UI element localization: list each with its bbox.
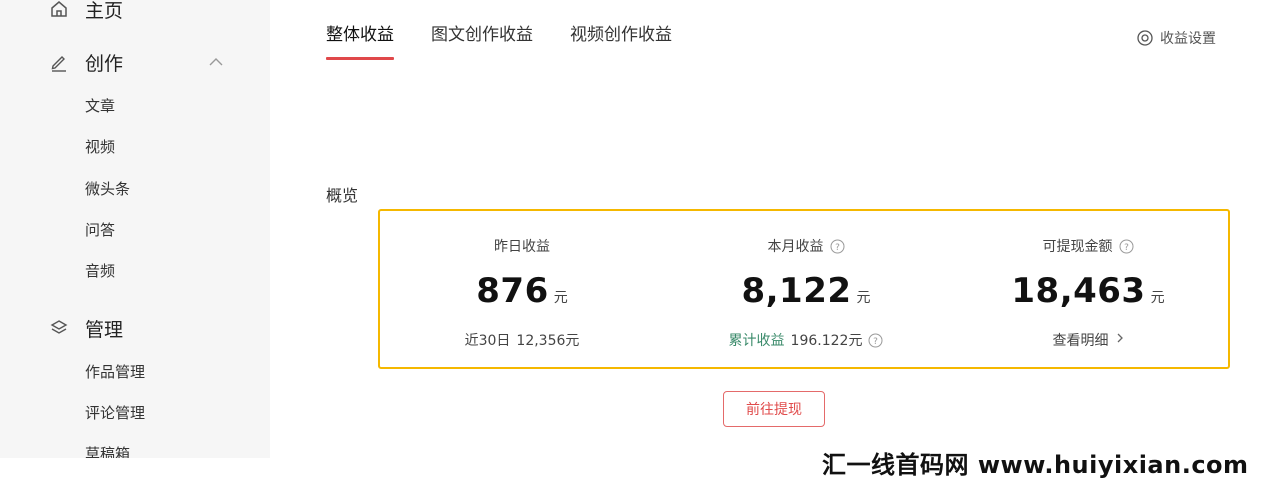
- metric-sub: 近30日 12,356元: [380, 330, 664, 350]
- sidebar-item-label: 主页: [85, 0, 124, 22]
- metric-unit: 元: [553, 290, 568, 306]
- sidebar-item-works[interactable]: 作品管理: [85, 361, 145, 383]
- metric-label-text: 本月收益: [767, 239, 824, 255]
- metric-number: 876: [476, 271, 549, 311]
- sub-label: 近30日: [464, 333, 511, 349]
- metric-unit: 元: [1150, 290, 1165, 306]
- metric-label-text: 昨日收益: [494, 239, 550, 255]
- sidebar-item-video[interactable]: 视频: [85, 136, 115, 158]
- metric-value: 18,463 元: [946, 271, 1230, 311]
- watermark: 汇一线首码网 www.huiyixian.com: [822, 451, 1249, 479]
- metric-value: 876 元: [380, 271, 664, 311]
- sidebar-group-manage[interactable]: 管理: [48, 313, 123, 343]
- pencil-icon: [48, 51, 70, 73]
- metric-sub: 累计收益 196.122元 ?: [664, 330, 948, 350]
- sidebar-item-drafts[interactable]: 草稿箱: [85, 443, 130, 458]
- metric-number: 18,463: [1011, 271, 1146, 311]
- metric-unit: 元: [856, 290, 871, 306]
- sidebar-item-article[interactable]: 文章: [85, 95, 115, 117]
- chevron-right-icon: [1116, 332, 1124, 348]
- sidebar-item-home[interactable]: 主页: [48, 0, 123, 24]
- svg-text:?: ?: [874, 337, 879, 347]
- metric-label: 本月收益 ?: [664, 236, 948, 256]
- sub-value: 196.122元: [790, 333, 863, 349]
- metric-yesterday: 昨日收益 876 元 近30日 12,356元: [380, 211, 664, 367]
- revenue-settings-link[interactable]: 收益设置: [1136, 28, 1216, 48]
- target-icon: [1136, 29, 1154, 47]
- sidebar-item-micro-post[interactable]: 微头条: [85, 178, 130, 200]
- chevron-up-icon[interactable]: [206, 52, 226, 72]
- layers-icon: [48, 317, 70, 339]
- settings-label: 收益设置: [1160, 31, 1216, 47]
- metric-label-text: 可提现金额: [1042, 239, 1113, 255]
- help-icon[interactable]: ?: [868, 333, 883, 348]
- sidebar: 主页 创作 文章 视频 微头条 问答 音频 管理 作品管理 评论管理 草稿箱: [0, 0, 270, 458]
- help-icon[interactable]: ?: [1119, 239, 1134, 254]
- metric-value: 8,122 元: [664, 271, 948, 311]
- sidebar-item-audio[interactable]: 音频: [85, 260, 115, 282]
- svg-text:?: ?: [1124, 243, 1129, 253]
- sidebar-item-comments[interactable]: 评论管理: [85, 402, 145, 424]
- sidebar-group-label: 创作: [85, 52, 124, 75]
- metric-this-month: 本月收益 ? 8,122 元 累计收益 196.122元 ?: [664, 211, 948, 367]
- sidebar-item-qa[interactable]: 问答: [85, 219, 115, 241]
- sidebar-group-label: 管理: [85, 318, 124, 341]
- sub-value: 12,356元: [516, 333, 580, 349]
- metric-withdrawable: 可提现金额 ? 18,463 元 查看明细: [946, 211, 1230, 367]
- withdraw-button[interactable]: 前往提现: [723, 391, 825, 427]
- svg-text:?: ?: [835, 243, 840, 253]
- tab-bar: 整体收益 图文创作收益 视频创作收益: [326, 22, 709, 60]
- home-icon: [48, 0, 70, 20]
- section-title: 概览: [326, 186, 359, 205]
- tab-video-revenue[interactable]: 视频创作收益: [570, 22, 672, 48]
- sidebar-group-create[interactable]: 创作: [48, 47, 123, 77]
- metric-label: 昨日收益: [380, 236, 664, 256]
- tab-article-revenue[interactable]: 图文创作收益: [431, 22, 533, 48]
- tab-overall-revenue[interactable]: 整体收益: [326, 22, 394, 60]
- help-icon[interactable]: ?: [830, 239, 845, 254]
- view-details-link[interactable]: 查看明细: [946, 330, 1230, 350]
- link-label: 查看明细: [1052, 333, 1109, 349]
- sub-label: 累计收益: [728, 333, 785, 349]
- metric-label: 可提现金额 ?: [946, 236, 1230, 256]
- metric-number: 8,122: [741, 271, 852, 311]
- revenue-summary-panel: 昨日收益 876 元 近30日 12,356元 本月收益 ? 8,122 元 累…: [378, 209, 1230, 369]
